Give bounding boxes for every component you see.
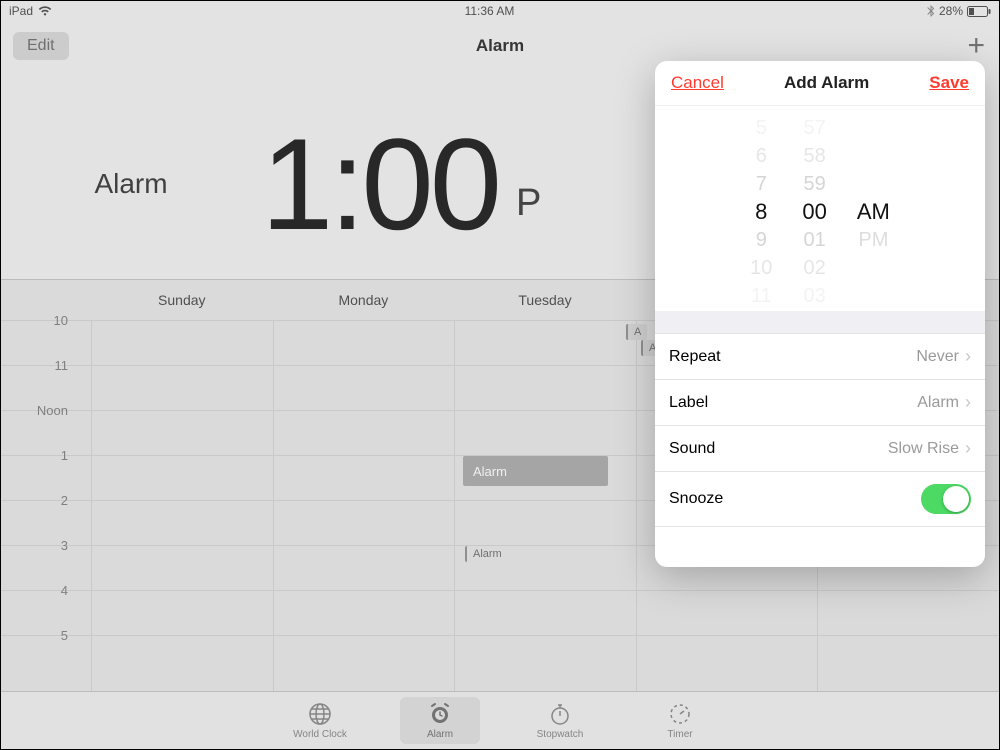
hour-label: Noon (1, 403, 76, 418)
label-value: Alarm (917, 394, 959, 412)
tab-bar: World Clock Alarm Stopwatch Timer (1, 691, 999, 749)
chevron-right-icon: › (965, 346, 971, 367)
day-tuesday: Tuesday (454, 292, 636, 308)
tab-label: World Clock (293, 729, 347, 740)
add-alarm-popover: Cancel Add Alarm Save 5 6 7 8 9 10 11 57… (655, 61, 985, 567)
picker-minutes[interactable]: 57 58 59 00 01 02 03 (802, 114, 826, 310)
repeat-label: Repeat (669, 348, 721, 366)
day-sunday: Sunday (91, 292, 273, 308)
tab-world-clock[interactable]: World Clock (280, 701, 360, 740)
alarm-clock-icon (428, 701, 452, 727)
hour-label: 3 (1, 538, 76, 553)
tab-label: Alarm (427, 729, 453, 740)
add-alarm-button[interactable]: + (967, 29, 985, 63)
repeat-value: Never (916, 348, 959, 366)
hour-label: 11 (1, 358, 76, 373)
nav-title: Alarm (1, 36, 999, 56)
wifi-icon (38, 6, 52, 16)
cancel-button[interactable]: Cancel (671, 73, 724, 93)
picker-hours[interactable]: 5 6 7 8 9 10 11 (750, 114, 772, 310)
time-picker[interactable]: 5 6 7 8 9 10 11 57 58 59 00 01 02 03 AM … (655, 106, 985, 311)
label-label: Label (669, 394, 708, 412)
alarm-block[interactable]: Alarm (463, 456, 608, 486)
hour-label: 2 (1, 493, 76, 508)
alarm-chip[interactable]: Alarm (465, 546, 508, 562)
hour-label: 4 (1, 583, 76, 598)
globe-icon (308, 701, 332, 727)
sound-row[interactable]: Sound Slow Rise › (655, 425, 985, 471)
big-clock-time: 1:00 (261, 109, 498, 259)
save-button[interactable]: Save (929, 73, 969, 93)
alarm-options: Repeat Never › Label Alarm › Sound Slow Ri… (655, 311, 985, 527)
hour-label: 5 (1, 628, 76, 643)
label-row[interactable]: Label Alarm › (655, 379, 985, 425)
popover-header: Cancel Add Alarm Save (655, 61, 985, 106)
hour-label: 1 (1, 448, 76, 463)
popover-title: Add Alarm (784, 73, 869, 93)
big-clock-ampm: P (516, 182, 541, 225)
snooze-toggle[interactable] (921, 484, 971, 514)
tab-alarm[interactable]: Alarm (400, 697, 480, 744)
tab-timer[interactable]: Timer (640, 701, 720, 740)
big-clock-label: Alarm (1, 168, 261, 200)
tab-label: Timer (667, 729, 692, 740)
bluetooth-icon (927, 5, 935, 17)
tab-stopwatch[interactable]: Stopwatch (520, 701, 600, 740)
battery-percent: 28% (939, 4, 963, 18)
device-label: iPad (9, 4, 33, 18)
chevron-right-icon: › (965, 438, 971, 459)
snooze-row: Snooze (655, 471, 985, 527)
status-bar: iPad 11:36 AM 28% (1, 1, 999, 21)
status-time: 11:36 AM (52, 4, 927, 18)
sound-value: Slow Rise (888, 440, 959, 458)
repeat-row[interactable]: Repeat Never › (655, 333, 985, 379)
chevron-right-icon: › (965, 392, 971, 413)
day-monday: Monday (273, 292, 455, 308)
timer-icon (668, 701, 692, 727)
stopwatch-icon (548, 701, 572, 727)
sound-label: Sound (669, 440, 715, 458)
snooze-label: Snooze (669, 490, 723, 508)
picker-ampm[interactable]: AM PM (857, 198, 890, 254)
hour-label: 10 (1, 313, 76, 328)
alarm-chip[interactable]: A (626, 324, 647, 340)
battery-icon (967, 6, 991, 17)
tab-label: Stopwatch (537, 729, 584, 740)
